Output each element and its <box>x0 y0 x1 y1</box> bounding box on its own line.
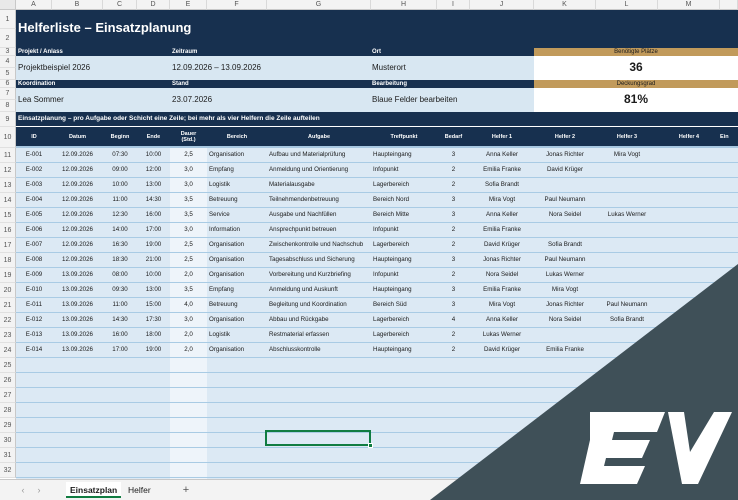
logo-text: EV <box>0 0 2 1</box>
logo-overlay: EV <box>0 0 738 500</box>
